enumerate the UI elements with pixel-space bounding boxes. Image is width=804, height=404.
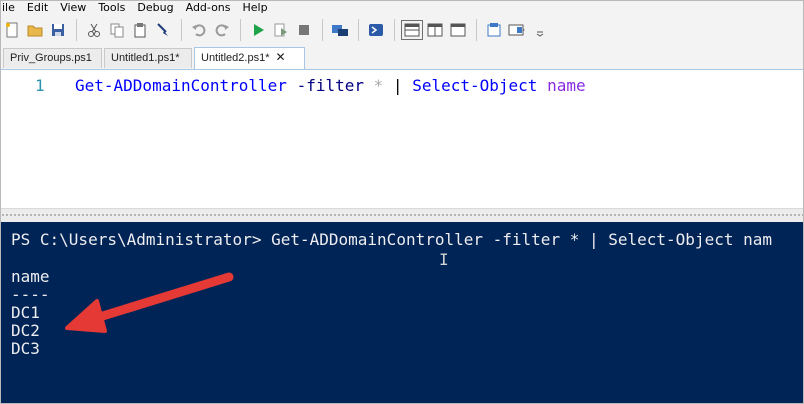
- command-addon-icon: [508, 24, 525, 36]
- close-tab-icon[interactable]: ✕: [276, 50, 286, 64]
- line-number: 1: [35, 76, 45, 95]
- layout-right-button[interactable]: [424, 19, 446, 41]
- code-pipe: |: [392, 76, 403, 95]
- code-parameter: -filter: [296, 76, 364, 95]
- code-cmdlet: Select-Object: [412, 76, 538, 95]
- menu-help[interactable]: Help: [237, 1, 274, 15]
- console-row: DC1: [11, 303, 40, 322]
- tab-label: Untitled1.ps1*: [111, 52, 180, 64]
- layout-maximize-icon: [450, 23, 466, 37]
- code-cmdlet: Get-ADDomainController: [75, 76, 287, 95]
- text-cursor-icon: I: [439, 250, 449, 269]
- undo-icon: [192, 24, 206, 37]
- play-icon: [254, 24, 264, 36]
- console-row: DC3: [11, 339, 40, 358]
- cut-button[interactable]: [83, 19, 105, 41]
- stop-icon: [299, 25, 309, 35]
- ise-window: ile Edit View Tools Debug Add-ons Help P…: [0, 0, 804, 404]
- run-selection-icon: [274, 23, 287, 37]
- scissors-icon: [88, 23, 100, 37]
- toolbar-overflow-button[interactable]: [529, 19, 551, 41]
- save-button[interactable]: [47, 19, 69, 41]
- clear-console-button[interactable]: [152, 19, 174, 41]
- copy-button[interactable]: [106, 19, 128, 41]
- pane-splitter[interactable]: [1, 208, 803, 223]
- menu-bar: ile Edit View Tools Debug Add-ons Help: [1, 1, 803, 15]
- save-icon: [52, 24, 64, 36]
- script-line: Get-ADDomainController -filter * | Selec…: [75, 76, 586, 95]
- remote-session-icon: [332, 25, 348, 36]
- menu-view[interactable]: View: [54, 1, 92, 15]
- layout-max-button[interactable]: [447, 19, 469, 41]
- layout-top-button[interactable]: [401, 20, 423, 40]
- toolbar-separator: [322, 19, 323, 41]
- toolbar-separator: [358, 19, 359, 41]
- toolbar-separator: [181, 19, 182, 41]
- script-pane-icon: [487, 23, 501, 37]
- layout-right-icon: [427, 23, 443, 37]
- console-prompt-line: PS C:\Users\Administrator> Get-ADDomainC…: [11, 230, 772, 249]
- remote-powershell-button[interactable]: [329, 19, 351, 41]
- new-script-button[interactable]: [1, 19, 23, 41]
- undo-button[interactable]: [188, 19, 210, 41]
- toolbar-separator: [476, 19, 477, 41]
- tab-untitled1[interactable]: Untitled1.ps1*: [104, 48, 192, 68]
- splitter-grip: [1, 213, 803, 218]
- copy-icon: [110, 23, 124, 38]
- toolbar-separator: [76, 19, 77, 41]
- tab-untitled2[interactable]: Untitled2.ps1* ✕: [194, 47, 305, 69]
- toolbar-separator: [394, 19, 395, 41]
- toolbar: [1, 15, 803, 45]
- start-powershell-button[interactable]: [365, 19, 387, 41]
- broom-icon: [157, 23, 168, 36]
- code-wildcard: *: [373, 76, 384, 95]
- tab-label: Untitled2.ps1*: [201, 52, 270, 64]
- tab-priv-groups[interactable]: Priv_Groups.ps1: [3, 48, 102, 68]
- show-script-pane-button[interactable]: [483, 19, 505, 41]
- menu-debug[interactable]: Debug: [131, 1, 179, 15]
- overflow-chevron-icon: [536, 31, 544, 37]
- console-row: DC2: [11, 321, 40, 340]
- paste-button[interactable]: [129, 19, 151, 41]
- clipboard-icon: [134, 23, 146, 38]
- code-argument: name: [547, 76, 586, 95]
- menu-addons[interactable]: Add-ons: [180, 1, 237, 15]
- tab-label: Priv_Groups.ps1: [10, 52, 92, 64]
- redo-button[interactable]: [211, 19, 233, 41]
- menu-tools[interactable]: Tools: [92, 1, 131, 15]
- menu-file[interactable]: ile: [1, 1, 21, 15]
- console-column-header: name: [11, 267, 50, 286]
- redo-icon: [215, 24, 229, 37]
- new-file-icon: [6, 22, 18, 38]
- folder-icon: [27, 25, 43, 37]
- stop-button[interactable]: [293, 19, 315, 41]
- script-tabs: Priv_Groups.ps1 Untitled1.ps1* Untitled2…: [1, 45, 803, 70]
- script-editor[interactable]: 1 Get-ADDomainController -filter * | Sel…: [1, 70, 803, 208]
- console-header-underline: ----: [11, 285, 50, 304]
- toolbar-separator: [240, 19, 241, 41]
- run-script-button[interactable]: [247, 19, 269, 41]
- layout-top-icon: [404, 23, 420, 37]
- run-selection-button[interactable]: [270, 19, 292, 41]
- powershell-icon: [369, 24, 383, 36]
- menu-edit[interactable]: Edit: [21, 1, 54, 15]
- console-pane[interactable]: PS C:\Users\Administrator> Get-ADDomainC…: [1, 222, 803, 403]
- open-button[interactable]: [24, 19, 46, 41]
- show-command-addon-button[interactable]: [506, 19, 528, 41]
